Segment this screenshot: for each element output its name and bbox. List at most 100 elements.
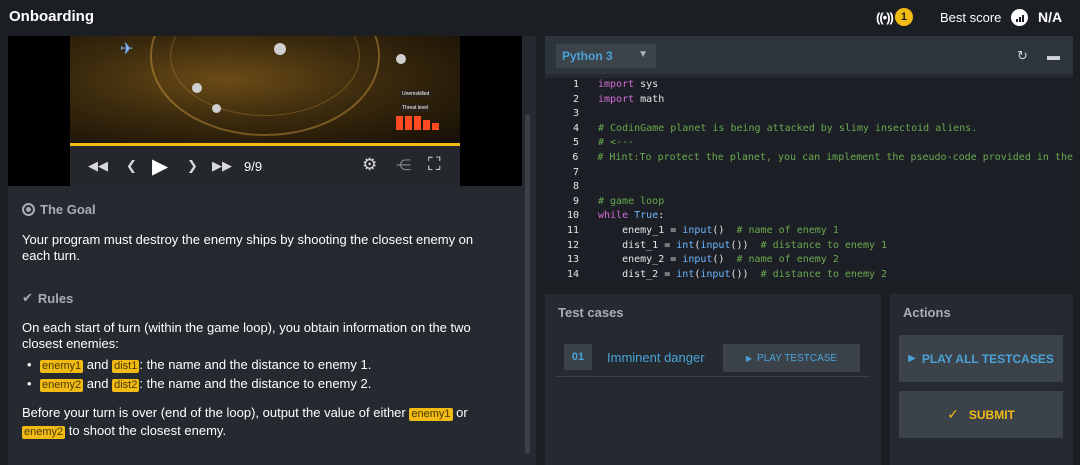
broadcast-icon: ((•)) bbox=[876, 9, 894, 25]
play-icon[interactable]: ▶ bbox=[152, 154, 168, 179]
code-area[interactable]: 1 import sys 2 import math 3 4 # CodinGame pla… bbox=[545, 78, 1073, 284]
line-number: 12 bbox=[566, 239, 579, 251]
play-testcase-label: PLAY TESTCASE bbox=[757, 352, 838, 364]
enemy-sprite bbox=[274, 43, 286, 55]
target-icon bbox=[22, 203, 35, 216]
checkmark-icon: ✓ bbox=[947, 406, 959, 422]
chevron-down-icon: ▼ bbox=[638, 49, 648, 60]
closing-text: to shoot the closest enemy. bbox=[68, 423, 227, 438]
code-line[interactable]: 8 bbox=[545, 180, 1073, 195]
code-text: # game loop bbox=[598, 195, 665, 207]
code-line[interactable]: 7 bbox=[545, 166, 1073, 181]
goal-heading: The Goal bbox=[22, 202, 96, 217]
page-title: Onboarding bbox=[9, 8, 94, 25]
variable-tag: enemy2 bbox=[22, 426, 66, 439]
fullscreen-icon[interactable]: ⛶ bbox=[428, 154, 441, 175]
notification-badge: 1 bbox=[894, 8, 913, 26]
best-score-value: N/A bbox=[1038, 9, 1063, 25]
statement-scrollbar[interactable] bbox=[525, 114, 530, 454]
test-cases-heading: Test cases bbox=[558, 305, 624, 320]
code-line[interactable]: 12 dist_1 = int(input()) # distance to e… bbox=[545, 239, 1073, 254]
code-editor-panel: Python 3 ▼ ↻ ▬ 1 import sys 2 import math 3 4… bbox=[545, 36, 1073, 284]
actions-panel: Actions ▶ PLAY ALL TESTCASES ✓ SUBMIT bbox=[890, 294, 1073, 465]
best-score-label: Best score bbox=[940, 10, 1002, 25]
line-number: 1 bbox=[572, 79, 579, 90]
code-text: import sys bbox=[598, 79, 659, 90]
code-text: # <--- bbox=[598, 137, 635, 149]
line-number: 4 bbox=[572, 122, 579, 134]
rules-closing: Before your turn is over (end of the loo… bbox=[22, 404, 502, 440]
language-select[interactable]: Python 3 ▼ bbox=[556, 44, 656, 68]
variable-tag: enemy1 bbox=[409, 408, 453, 421]
hud-label: Threat level bbox=[400, 104, 431, 112]
check-icon: ✔ bbox=[22, 290, 33, 305]
variable-tag: dist2 bbox=[112, 379, 140, 392]
step-back-icon[interactable]: ❮ bbox=[126, 158, 137, 174]
statement-panel: ✈ Unemskilled Threat level ◀◀ ❮ ▶ ❯ ▶▶ 9… bbox=[8, 36, 536, 465]
player-controls: ◀◀ ❮ ▶ ❯ ▶▶ 9/9 ⚙ ⋲ ⛶ bbox=[70, 146, 460, 186]
test-cases-panel: Test cases 01 Imminent danger ▶ PLAY TES… bbox=[545, 294, 881, 465]
enemy-sprite bbox=[396, 54, 406, 64]
list-item: enemy2 and dist2: the name and the dista… bbox=[22, 376, 502, 392]
code-text: import math bbox=[598, 93, 665, 105]
code-text: enemy_1 = input() # name of enemy 1 bbox=[598, 224, 839, 236]
code-line[interactable]: 11 enemy_1 = input() # name of enemy 1 bbox=[545, 224, 1073, 239]
closing-text: Before your turn is over (end of the loo… bbox=[22, 405, 406, 420]
step-forward-icon[interactable]: ❯ bbox=[187, 158, 198, 174]
submit-button[interactable]: ✓ SUBMIT bbox=[899, 391, 1063, 438]
line-number: 10 bbox=[566, 210, 579, 222]
line-number: 5 bbox=[572, 137, 579, 149]
enemy-sprite bbox=[192, 83, 202, 93]
variable-tag: enemy1 bbox=[40, 360, 84, 373]
signal-bars-icon bbox=[1011, 9, 1028, 26]
list-text: and bbox=[86, 357, 109, 372]
line-number: 7 bbox=[572, 166, 579, 178]
code-line[interactable]: 4 # CodinGame planet is being attacked by… bbox=[545, 122, 1073, 137]
code-line[interactable]: 1 import sys bbox=[545, 78, 1073, 93]
code-line[interactable]: 5 # <--- bbox=[545, 136, 1073, 151]
code-line[interactable]: 13 enemy_2 = input() # name of enemy 2 bbox=[545, 253, 1073, 268]
code-text: # CodinGame planet is being attacked by … bbox=[598, 122, 978, 134]
code-line[interactable]: 6 # Hint:To protect the planet, you can i… bbox=[545, 151, 1073, 166]
share-icon[interactable]: ⋲ bbox=[396, 156, 411, 174]
code-line[interactable]: 2 import math bbox=[545, 93, 1073, 108]
maximize-window-icon[interactable]: ▬ bbox=[1047, 48, 1060, 63]
game-viewer: ✈ Unemskilled Threat level ◀◀ ❮ ▶ ❯ ▶▶ 9… bbox=[8, 36, 522, 186]
top-bar: Onboarding ((•)) 1 Best score N/A bbox=[0, 0, 1080, 35]
line-number: 11 bbox=[566, 224, 579, 236]
settings-gear-icon[interactable]: ⚙ bbox=[362, 155, 377, 175]
threat-level-bars bbox=[396, 116, 439, 130]
goal-text: Your program must destroy the enemy ship… bbox=[22, 232, 474, 263]
hud-label: Unemskilled bbox=[400, 90, 432, 98]
line-number: 9 bbox=[572, 195, 579, 207]
line-number: 14 bbox=[566, 268, 579, 280]
play-icon: ▶ bbox=[745, 353, 753, 363]
rules-heading: ✔ Rules bbox=[22, 290, 73, 306]
rewind-icon[interactable]: ◀◀ bbox=[88, 158, 108, 174]
code-line[interactable]: 9 # game loop bbox=[545, 195, 1073, 210]
player-ship-icon: ✈ bbox=[120, 41, 134, 58]
play-icon: ▶ bbox=[908, 353, 916, 364]
line-number: 13 bbox=[566, 254, 579, 266]
fast-forward-icon[interactable]: ▶▶ bbox=[212, 158, 232, 174]
code-text: dist_2 = int(input()) # distance to enem… bbox=[598, 268, 888, 280]
code-line[interactable]: 10 while True: bbox=[545, 209, 1073, 224]
test-case-name: Imminent danger bbox=[607, 350, 705, 365]
reset-code-icon[interactable]: ↻ bbox=[1017, 48, 1028, 64]
frame-counter: 9/9 bbox=[244, 159, 263, 174]
game-canvas[interactable]: ✈ Unemskilled Threat level bbox=[70, 36, 460, 144]
variable-tag: dist1 bbox=[112, 360, 140, 373]
variable-tag: enemy2 bbox=[40, 379, 84, 392]
live-indicator[interactable]: ((•)) 1 bbox=[876, 8, 913, 26]
line-number: 8 bbox=[572, 181, 579, 193]
play-testcase-button[interactable]: ▶ PLAY TESTCASE bbox=[723, 344, 860, 372]
line-number: 3 bbox=[572, 108, 579, 120]
play-all-testcases-button[interactable]: ▶ PLAY ALL TESTCASES bbox=[899, 335, 1063, 382]
line-number: 2 bbox=[572, 93, 579, 105]
code-line[interactable]: 3 bbox=[545, 107, 1073, 122]
code-line[interactable]: 14 dist_2 = int(input()) # distance to e… bbox=[545, 268, 1073, 283]
test-case-row[interactable]: 01 Imminent danger ▶ PLAY TESTCASE bbox=[555, 335, 870, 377]
